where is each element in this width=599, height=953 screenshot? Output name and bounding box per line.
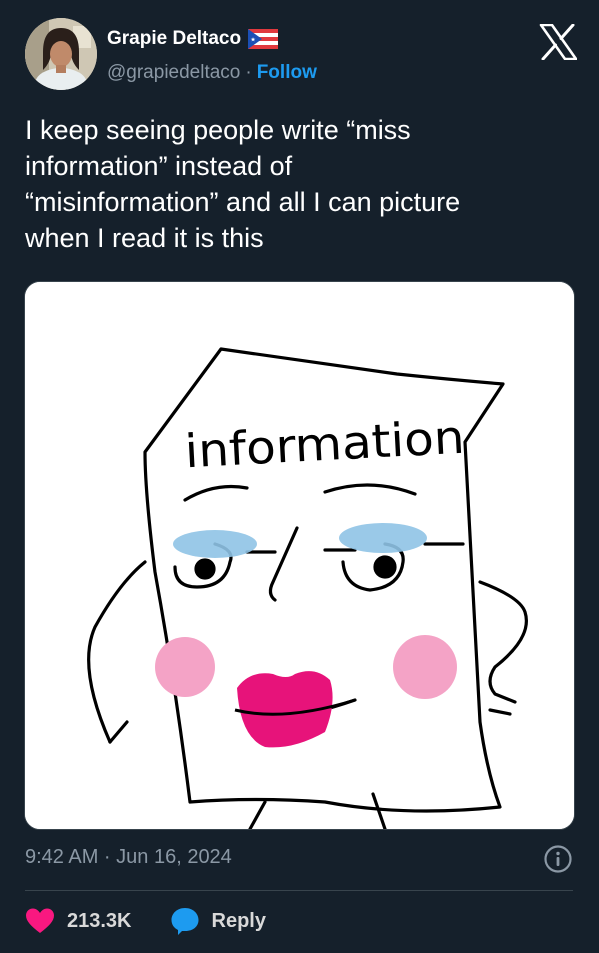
reply-label: Reply [211, 909, 266, 932]
divider [25, 890, 573, 891]
avatar[interactable] [25, 18, 97, 90]
like-button[interactable]: 213.3K [25, 907, 132, 935]
speech-bubble-icon [171, 908, 198, 935]
tweet-text: I keep seeing people write “miss informa… [25, 112, 570, 256]
follow-button[interactable]: Follow [257, 62, 317, 84]
tweet-meta: 9:42 AM · Jun 16, 2024 [25, 844, 573, 874]
timestamp[interactable]: 9:42 AM · Jun 16, 2024 [25, 846, 232, 869]
tweet-text-line: I keep seeing people write “miss [25, 115, 411, 145]
user-handle[interactable]: @grapiedeltaco [107, 62, 240, 84]
reply-button[interactable]: Reply [170, 906, 266, 936]
tweet-image[interactable]: information [24, 281, 575, 830]
tweet-header: Grapie Deltaco @grapiedeltaco · Follow [25, 18, 585, 92]
tweet-text-line: information” instead of [25, 151, 293, 181]
tweet-text-line: when I read it is this [25, 223, 264, 253]
separator-dot: · [245, 62, 252, 83]
heart-icon [26, 908, 54, 933]
engagement-bar: 213.3K Reply [25, 903, 304, 939]
tweet-text-line: “misinformation” and all I can picture [25, 187, 461, 217]
like-count: 213.3K [67, 909, 132, 932]
puerto-rico-flag-icon [248, 29, 279, 49]
display-name[interactable]: Grapie Deltaco [107, 28, 241, 50]
info-icon[interactable] [543, 844, 573, 874]
x-logo-icon[interactable] [539, 24, 577, 60]
